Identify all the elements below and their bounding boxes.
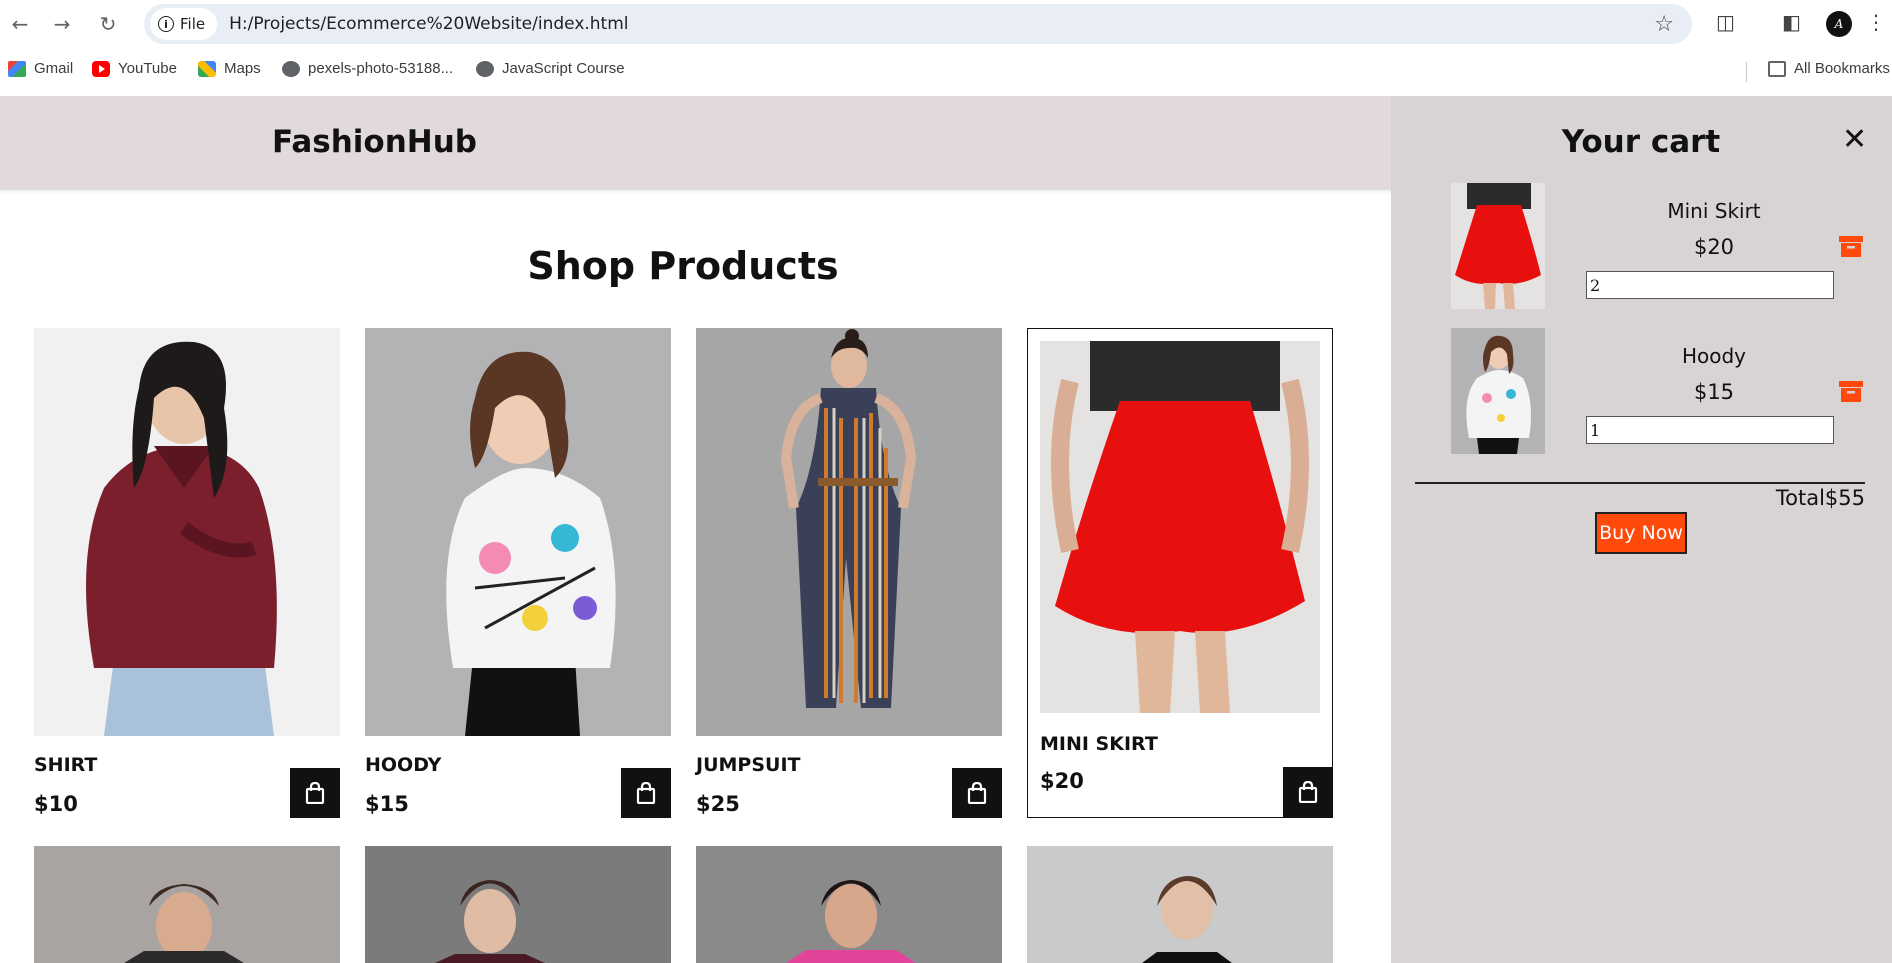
cart-panel: Your cart ✕ Mini Skirt $20 2 Hoody $15 1…: [1391, 96, 1892, 963]
bookmark-pexels[interactable]: pexels-photo-53188...: [282, 60, 453, 77]
gmail-icon: [8, 60, 26, 77]
cart-item-quantity-input[interactable]: [1586, 416, 1834, 444]
add-to-cart-button[interactable]: [1283, 767, 1333, 817]
cart-title: Your cart: [1561, 124, 1721, 160]
cart-item-name: Mini Skirt: [1667, 199, 1761, 223]
bookmark-label: JavaScript Course: [502, 60, 625, 77]
product-name: JUMPSUIT: [696, 754, 801, 776]
product-image-mini-skirt[interactable]: [1040, 341, 1320, 713]
bookmark-gmail[interactable]: Gmail: [8, 60, 73, 77]
product-price: $10: [34, 792, 78, 816]
forward-icon[interactable]: →: [50, 12, 74, 36]
file-label: File: [180, 15, 206, 33]
trash-icon[interactable]: [1838, 378, 1864, 404]
product-image[interactable]: [1027, 846, 1333, 963]
menu-icon[interactable]: ⋮: [1866, 10, 1886, 34]
shopping-bag-icon: [305, 782, 325, 804]
shopping-bag-icon: [1298, 781, 1318, 803]
bookmark-javascript-course[interactable]: JavaScript Course: [476, 60, 625, 77]
address-bar[interactable]: i File H:/Projects/Ecommerce%20Website/i…: [144, 4, 1692, 44]
product-image-hoody[interactable]: [365, 328, 671, 736]
site-info-chip[interactable]: i File: [150, 8, 218, 40]
profile-avatar[interactable]: A: [1826, 11, 1852, 37]
browser-chrome: ← → ↻ i File H:/Projects/Ecommerce%20Web…: [0, 0, 1892, 96]
bookmark-label: Gmail: [34, 60, 74, 77]
cart-item-image: [1451, 183, 1545, 309]
shopping-bag-icon: [636, 782, 656, 804]
browser-toolbar: ← → ↻ i File H:/Projects/Ecommerce%20Web…: [0, 0, 1892, 48]
cart-item-quantity-input[interactable]: [1586, 271, 1834, 299]
product-card: JUMPSUIT $25: [696, 328, 1002, 818]
add-to-cart-button[interactable]: [290, 768, 340, 818]
cart-item-price: $15: [1693, 380, 1735, 404]
url-text[interactable]: H:/Projects/Ecommerce%20Website/index.ht…: [229, 14, 628, 34]
cart-item-price: $20: [1693, 235, 1735, 259]
bookmarks-bar: Gmail YouTube Maps pexels-photo-53188...…: [0, 56, 1892, 86]
cart-divider: [1415, 482, 1865, 484]
product-card: SHIRT $10: [34, 328, 340, 818]
product-image[interactable]: [696, 846, 1002, 963]
web-page: FashionHub Shop Products SHIRT $10 HOODY…: [0, 96, 1892, 963]
globe-icon: [476, 60, 494, 77]
cart-item: Hoody $15: [1451, 328, 1871, 454]
bookmark-label: pexels-photo-53188...: [308, 60, 454, 77]
cart-total: Total$55: [1391, 486, 1865, 510]
add-to-cart-button[interactable]: [621, 768, 671, 818]
total-value: $55: [1824, 486, 1865, 510]
product-price: $15: [365, 792, 409, 816]
buy-now-button[interactable]: Buy Now: [1595, 512, 1687, 554]
product-card: MINI SKIRT $20: [1027, 328, 1333, 818]
info-icon: i: [158, 16, 174, 32]
product-name: SHIRT: [34, 754, 98, 776]
product-card: HOODY $15: [365, 328, 671, 818]
bookmark-youtube[interactable]: YouTube: [92, 60, 177, 77]
close-cart-icon[interactable]: ✕: [1842, 122, 1867, 157]
product-image[interactable]: [34, 846, 340, 963]
bookmark-maps[interactable]: Maps: [198, 60, 261, 77]
side-panel-icon[interactable]: ◧: [1782, 10, 1801, 34]
cart-item: Mini Skirt $20: [1451, 183, 1871, 309]
all-bookmarks[interactable]: All Bookmarks: [1768, 60, 1890, 77]
bookmark-label: YouTube: [118, 60, 177, 77]
extensions-icon[interactable]: ◫: [1716, 10, 1735, 34]
cart-item-name: Hoody: [1681, 344, 1747, 368]
add-to-cart-button[interactable]: [952, 768, 1002, 818]
all-bookmarks-label: All Bookmarks: [1794, 60, 1890, 77]
cart-item-image: [1451, 328, 1545, 454]
shopping-bag-icon: [967, 782, 987, 804]
maps-icon: [198, 60, 216, 77]
product-price: $20: [1040, 769, 1084, 793]
total-label: Total: [1775, 486, 1825, 510]
bookmarks-divider: [1746, 62, 1747, 82]
back-icon[interactable]: ←: [8, 12, 32, 36]
site-logo[interactable]: FashionHub: [272, 124, 477, 160]
reload-icon[interactable]: ↻: [96, 12, 120, 36]
globe-icon: [282, 60, 300, 77]
bookmark-star-icon[interactable]: ☆: [1654, 12, 1674, 37]
product-image[interactable]: [365, 846, 671, 963]
product-name: HOODY: [365, 754, 442, 776]
trash-icon[interactable]: [1838, 233, 1864, 259]
folder-icon: [1768, 60, 1786, 77]
shop-title: Shop Products: [527, 244, 839, 288]
product-image-jumpsuit[interactable]: [696, 328, 1002, 736]
youtube-icon: [92, 60, 110, 77]
product-image-shirt[interactable]: [34, 328, 340, 736]
product-price: $25: [696, 792, 740, 816]
product-name: MINI SKIRT: [1040, 733, 1158, 755]
bookmark-label: Maps: [224, 60, 261, 77]
